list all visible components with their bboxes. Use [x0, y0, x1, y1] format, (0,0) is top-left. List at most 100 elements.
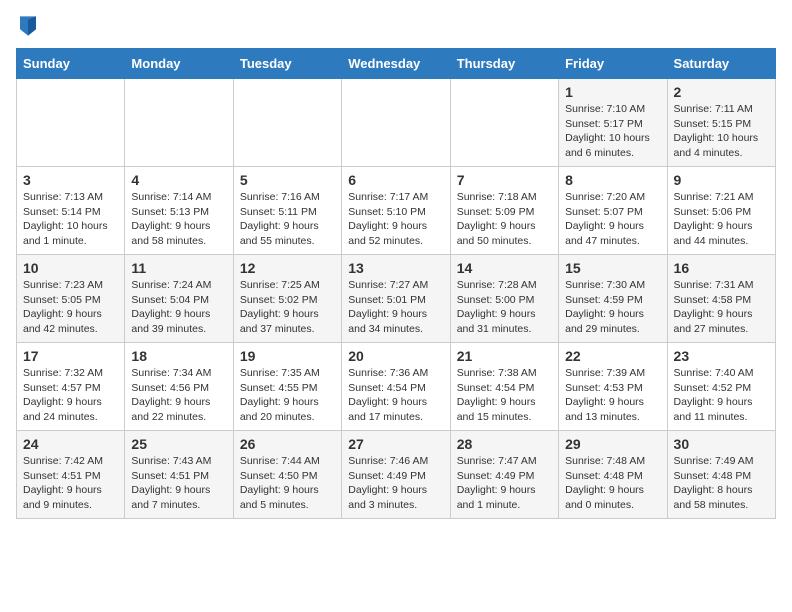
- day-info: Sunrise: 7:48 AM Sunset: 4:48 PM Dayligh…: [565, 454, 660, 513]
- day-number: 23: [674, 348, 769, 364]
- day-number: 7: [457, 172, 552, 188]
- header-cell-monday: Monday: [125, 49, 233, 79]
- day-info: Sunrise: 7:32 AM Sunset: 4:57 PM Dayligh…: [23, 366, 118, 425]
- day-number: 2: [674, 84, 769, 100]
- day-number: 15: [565, 260, 660, 276]
- day-info: Sunrise: 7:28 AM Sunset: 5:00 PM Dayligh…: [457, 278, 552, 337]
- week-row-3: 17Sunrise: 7:32 AM Sunset: 4:57 PM Dayli…: [17, 343, 776, 431]
- day-cell: 2 Sunrise: 7:11 AM Sunset: 5:15 PM Daylig…: [667, 79, 775, 167]
- day-cell: 9 Sunrise: 7:21 AM Sunset: 5:06 PM Daylig…: [667, 167, 775, 255]
- day-info: Sunrise: 7:35 AM Sunset: 4:55 PM Dayligh…: [240, 366, 335, 425]
- day-cell: 19 Sunrise: 7:35 AM Sunset: 4:55 PM Dayli…: [233, 343, 341, 431]
- day-info: Sunrise: 7:23 AM Sunset: 5:05 PM Dayligh…: [23, 278, 118, 337]
- day-cell: 25 Sunrise: 7:43 AM Sunset: 4:51 PM Dayli…: [125, 431, 233, 519]
- day-info: Sunrise: 7:24 AM Sunset: 5:04 PM Dayligh…: [131, 278, 226, 337]
- day-number: 14: [457, 260, 552, 276]
- day-info: Sunrise: 7:13 AM Sunset: 5:14 PM Dayligh…: [23, 190, 118, 249]
- day-number: 30: [674, 436, 769, 452]
- header-cell-tuesday: Tuesday: [233, 49, 341, 79]
- day-number: 19: [240, 348, 335, 364]
- day-number: 1: [565, 84, 660, 100]
- day-cell: 7 Sunrise: 7:18 AM Sunset: 5:09 PM Daylig…: [450, 167, 558, 255]
- header-cell-sunday: Sunday: [17, 49, 125, 79]
- day-info: Sunrise: 7:31 AM Sunset: 4:58 PM Dayligh…: [674, 278, 769, 337]
- day-number: 18: [131, 348, 226, 364]
- day-info: Sunrise: 7:16 AM Sunset: 5:11 PM Dayligh…: [240, 190, 335, 249]
- logo-icon: [20, 16, 36, 36]
- week-row-1: 3 Sunrise: 7:13 AM Sunset: 5:14 PM Daylig…: [17, 167, 776, 255]
- day-number: 9: [674, 172, 769, 188]
- day-cell: 6 Sunrise: 7:17 AM Sunset: 5:10 PM Daylig…: [342, 167, 450, 255]
- day-number: 20: [348, 348, 443, 364]
- day-info: Sunrise: 7:21 AM Sunset: 5:06 PM Dayligh…: [674, 190, 769, 249]
- day-cell: 10 Sunrise: 7:23 AM Sunset: 5:05 PM Dayli…: [17, 255, 125, 343]
- day-number: 13: [348, 260, 443, 276]
- day-number: 28: [457, 436, 552, 452]
- header-cell-saturday: Saturday: [667, 49, 775, 79]
- day-number: 5: [240, 172, 335, 188]
- day-cell: 5 Sunrise: 7:16 AM Sunset: 5:11 PM Daylig…: [233, 167, 341, 255]
- day-cell: [342, 79, 450, 167]
- day-number: 6: [348, 172, 443, 188]
- day-number: 3: [23, 172, 118, 188]
- day-number: 29: [565, 436, 660, 452]
- day-info: Sunrise: 7:14 AM Sunset: 5:13 PM Dayligh…: [131, 190, 226, 249]
- day-cell: 18Sunrise: 7:34 AM Sunset: 4:56 PM Dayli…: [125, 343, 233, 431]
- day-cell: 22 Sunrise: 7:39 AM Sunset: 4:53 PM Dayli…: [559, 343, 667, 431]
- day-cell: 12 Sunrise: 7:25 AM Sunset: 5:02 PM Dayli…: [233, 255, 341, 343]
- week-row-2: 10 Sunrise: 7:23 AM Sunset: 5:05 PM Dayli…: [17, 255, 776, 343]
- header-cell-thursday: Thursday: [450, 49, 558, 79]
- day-cell: 20 Sunrise: 7:36 AM Sunset: 4:54 PM Dayli…: [342, 343, 450, 431]
- day-cell: 16 Sunrise: 7:31 AM Sunset: 4:58 PM Dayli…: [667, 255, 775, 343]
- day-cell: 30 Sunrise: 7:49 AM Sunset: 4:48 PM Dayli…: [667, 431, 775, 519]
- day-number: 4: [131, 172, 226, 188]
- day-info: Sunrise: 7:47 AM Sunset: 4:49 PM Dayligh…: [457, 454, 552, 513]
- day-cell: 3 Sunrise: 7:13 AM Sunset: 5:14 PM Daylig…: [17, 167, 125, 255]
- day-number: 24: [23, 436, 118, 452]
- day-info: Sunrise: 7:30 AM Sunset: 4:59 PM Dayligh…: [565, 278, 660, 337]
- day-cell: 24 Sunrise: 7:42 AM Sunset: 4:51 PM Dayli…: [17, 431, 125, 519]
- day-info: Sunrise: 7:20 AM Sunset: 5:07 PM Dayligh…: [565, 190, 660, 249]
- day-number: 25: [131, 436, 226, 452]
- day-number: 12: [240, 260, 335, 276]
- day-cell: [125, 79, 233, 167]
- day-info: Sunrise: 7:18 AM Sunset: 5:09 PM Dayligh…: [457, 190, 552, 249]
- day-cell: 1Sunrise: 7:10 AM Sunset: 5:17 PM Daylig…: [559, 79, 667, 167]
- day-info: Sunrise: 7:43 AM Sunset: 4:51 PM Dayligh…: [131, 454, 226, 513]
- day-number: 22: [565, 348, 660, 364]
- header-row: SundayMondayTuesdayWednesdayThursdayFrid…: [17, 49, 776, 79]
- day-info: Sunrise: 7:44 AM Sunset: 4:50 PM Dayligh…: [240, 454, 335, 513]
- day-cell: 27Sunrise: 7:46 AM Sunset: 4:49 PM Dayli…: [342, 431, 450, 519]
- day-info: Sunrise: 7:17 AM Sunset: 5:10 PM Dayligh…: [348, 190, 443, 249]
- day-cell: 13Sunrise: 7:27 AM Sunset: 5:01 PM Dayli…: [342, 255, 450, 343]
- week-row-4: 24 Sunrise: 7:42 AM Sunset: 4:51 PM Dayli…: [17, 431, 776, 519]
- day-info: Sunrise: 7:40 AM Sunset: 4:52 PM Dayligh…: [674, 366, 769, 425]
- day-info: Sunrise: 7:46 AM Sunset: 4:49 PM Dayligh…: [348, 454, 443, 513]
- day-info: Sunrise: 7:39 AM Sunset: 4:53 PM Dayligh…: [565, 366, 660, 425]
- calendar-table: SundayMondayTuesdayWednesdayThursdayFrid…: [16, 48, 776, 519]
- day-info: Sunrise: 7:49 AM Sunset: 4:48 PM Dayligh…: [674, 454, 769, 513]
- day-cell: 23 Sunrise: 7:40 AM Sunset: 4:52 PM Dayli…: [667, 343, 775, 431]
- header-cell-wednesday: Wednesday: [342, 49, 450, 79]
- day-info: Sunrise: 7:11 AM Sunset: 5:15 PM Dayligh…: [674, 102, 769, 161]
- day-cell: [17, 79, 125, 167]
- day-cell: [233, 79, 341, 167]
- day-number: 10: [23, 260, 118, 276]
- day-number: 21: [457, 348, 552, 364]
- logo: [16, 16, 36, 36]
- day-cell: 17Sunrise: 7:32 AM Sunset: 4:57 PM Dayli…: [17, 343, 125, 431]
- day-info: Sunrise: 7:25 AM Sunset: 5:02 PM Dayligh…: [240, 278, 335, 337]
- day-info: Sunrise: 7:38 AM Sunset: 4:54 PM Dayligh…: [457, 366, 552, 425]
- day-cell: 21 Sunrise: 7:38 AM Sunset: 4:54 PM Dayli…: [450, 343, 558, 431]
- day-cell: 14 Sunrise: 7:28 AM Sunset: 5:00 PM Dayli…: [450, 255, 558, 343]
- header-cell-friday: Friday: [559, 49, 667, 79]
- page-header: [16, 16, 776, 36]
- day-info: Sunrise: 7:42 AM Sunset: 4:51 PM Dayligh…: [23, 454, 118, 513]
- day-cell: [450, 79, 558, 167]
- day-number: 16: [674, 260, 769, 276]
- day-info: Sunrise: 7:36 AM Sunset: 4:54 PM Dayligh…: [348, 366, 443, 425]
- day-cell: 4 Sunrise: 7:14 AM Sunset: 5:13 PM Daylig…: [125, 167, 233, 255]
- week-row-0: 1Sunrise: 7:10 AM Sunset: 5:17 PM Daylig…: [17, 79, 776, 167]
- day-number: 8: [565, 172, 660, 188]
- day-cell: 11Sunrise: 7:24 AM Sunset: 5:04 PM Dayli…: [125, 255, 233, 343]
